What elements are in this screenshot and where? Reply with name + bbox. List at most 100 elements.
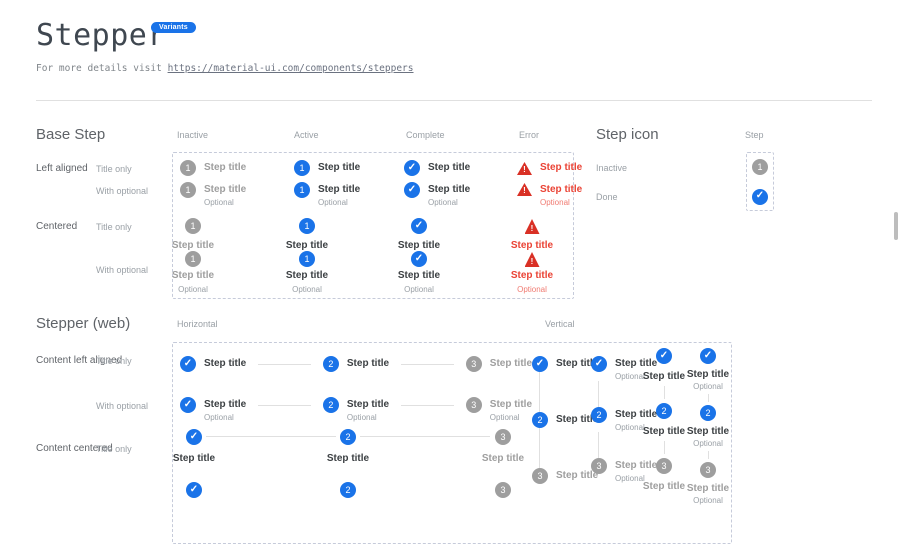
step-title: Step title: [398, 241, 440, 251]
step-title: Step title: [204, 160, 246, 176]
step-active: 2 Step title: [532, 412, 598, 428]
check-icon: ✓: [404, 160, 420, 176]
step-title: Step title: [490, 356, 532, 372]
step-title: Step title: [398, 271, 440, 281]
step-optional: Optional: [517, 285, 547, 294]
step-optional: Optional: [693, 496, 723, 505]
step-connector: [664, 386, 665, 399]
check-icon: ✓: [411, 251, 427, 267]
step-number-icon: 1: [299, 251, 315, 267]
horizontal-stepper-title-only: ✓ Step title 2 Step title 3 Step title: [180, 356, 532, 372]
step-title: Step title: [173, 454, 215, 464]
step-active-centered-optional: 1 Step title Optional: [277, 251, 337, 294]
step-connector: [598, 381, 599, 407]
step-error-centered-optional: ! Step title Optional: [502, 251, 562, 294]
step-connector: [598, 432, 599, 458]
step-number-icon: 1: [180, 182, 196, 198]
step-number-icon: 1: [752, 159, 768, 175]
step-optional: Optional: [693, 382, 723, 391]
vertical-stepper-centered: ✓ Step title 2 Step title 3 Step title: [642, 348, 686, 492]
material-ui-link[interactable]: https://material-ui.com/components/stepp…: [168, 63, 414, 74]
step-optional: Optional: [318, 198, 360, 207]
step-optional: Optional: [204, 198, 246, 207]
step-number-icon: 3: [591, 458, 607, 474]
column-header-inactive: Inactive: [177, 130, 208, 140]
column-header-complete: Complete: [406, 130, 445, 140]
column-header-vertical: Vertical: [545, 319, 575, 329]
step-connector: [258, 364, 311, 365]
step-title: Step title: [643, 427, 685, 437]
step-number-icon: 3: [495, 482, 511, 498]
step-active-left-optional: 1 Step titleOptional: [294, 182, 360, 207]
step-title: Step title: [318, 182, 360, 198]
step-number-icon: 2: [323, 356, 339, 372]
check-icon: ✓: [186, 482, 202, 498]
step-optional: Optional: [490, 413, 532, 422]
step-title: Step title: [347, 397, 389, 413]
row-label-with-optional: With optional: [96, 186, 148, 196]
column-header-horizontal: Horizontal: [177, 319, 218, 329]
step-connector: [708, 394, 709, 402]
subtitle-text: For more details visit: [36, 63, 168, 74]
step-active-centered: 2 Step title: [320, 429, 376, 464]
step-title: Step title: [286, 241, 328, 251]
step-title: Step title: [490, 397, 532, 413]
step-title: Step title: [511, 271, 553, 281]
check-icon: ✓: [700, 348, 716, 364]
step-active: 2 Step titleOptional: [323, 397, 389, 422]
row-label-title-only-3: Title only: [96, 356, 132, 366]
step-number-icon: 2: [532, 412, 548, 428]
row-label-title-only-2: Title only: [96, 222, 132, 232]
step-number-icon: 1: [180, 160, 196, 176]
step-inactive: 3 Step titleOptional: [466, 397, 532, 422]
scrollbar-thumb[interactable]: [894, 212, 898, 240]
check-icon: ✓: [752, 189, 768, 205]
step-number-icon: 2: [340, 429, 356, 445]
step-complete: ✓ Step title: [532, 356, 598, 372]
step-optional: Optional: [178, 285, 208, 294]
horizontal-stepper-with-optional: ✓ Step titleOptional 2 Step titleOptiona…: [180, 397, 532, 422]
step-number-icon: 3: [466, 397, 482, 413]
step-error-centered: ! Step title: [502, 218, 562, 251]
step-title: Step title: [204, 356, 246, 372]
step-active-centered: 1 Step title: [277, 218, 337, 251]
step-title: Step title: [687, 484, 729, 494]
step-number-icon: 1: [294, 160, 310, 176]
step-optional: Optional: [540, 198, 582, 207]
warning-icon: !: [525, 252, 540, 267]
step-title: Step title: [511, 241, 553, 251]
warning-icon: !: [517, 162, 532, 175]
step-number-icon: 3: [700, 462, 716, 478]
step-active-left: 1 Step title: [294, 160, 360, 176]
page-title: Stepper: [36, 18, 166, 53]
step-inactive-left-optional: 1 Step titleOptional: [180, 182, 246, 207]
variants-badge: Variants: [151, 22, 196, 33]
step-title: Step title: [643, 372, 685, 382]
step-complete-left-optional: ✓ Step titleOptional: [404, 182, 470, 207]
step-title: Step title: [318, 160, 360, 176]
check-icon: ✓: [186, 429, 202, 445]
step-number-icon: 1: [185, 251, 201, 267]
check-icon: ✓: [411, 218, 427, 234]
row-group-left-aligned: Left aligned: [36, 163, 88, 174]
step-connector: [539, 428, 540, 468]
step-number-icon: 3: [532, 468, 548, 484]
step-number-icon: 1: [299, 218, 315, 234]
header-divider: [36, 100, 872, 101]
step-connector: [708, 451, 709, 459]
step-number-icon: 3: [656, 458, 672, 474]
step-number-icon: 3: [466, 356, 482, 372]
step-title: Step title: [172, 271, 214, 281]
step-connector: [206, 436, 336, 437]
step-title: Step title: [204, 397, 246, 413]
step-error-left: ! Step title: [517, 160, 582, 176]
warning-icon: !: [525, 219, 540, 234]
step-title: Step title: [347, 356, 389, 372]
step-number-icon: 1: [294, 182, 310, 198]
column-header-active: Active: [294, 130, 319, 140]
step-connector: [539, 372, 540, 412]
step-number-icon: 2: [323, 397, 339, 413]
step-inactive: 3 Step title: [466, 356, 532, 372]
step-title: Step title: [687, 370, 729, 380]
check-icon: ✓: [591, 356, 607, 372]
